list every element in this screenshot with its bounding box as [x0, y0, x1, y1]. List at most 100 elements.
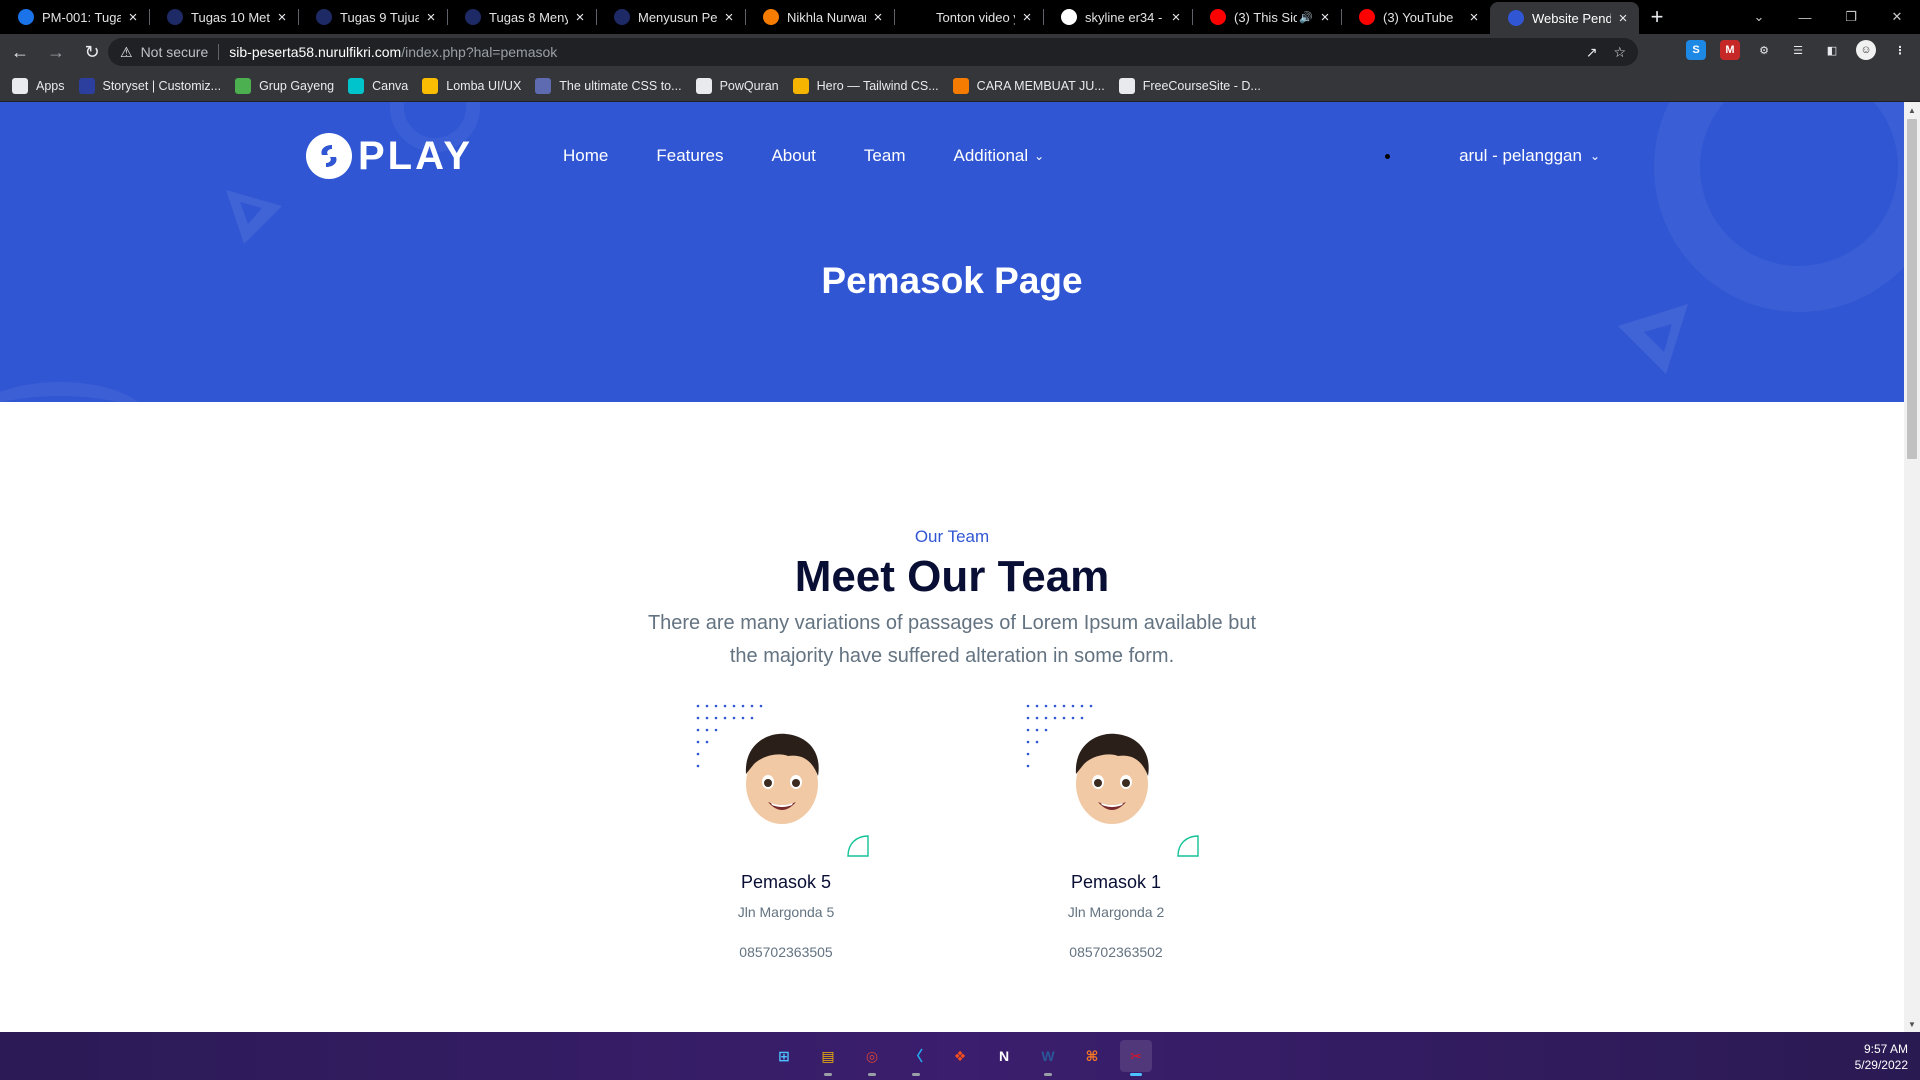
browser-tab[interactable]: PM-001: Tugas P× [0, 0, 149, 34]
nav-team[interactable]: Team [864, 146, 906, 166]
warning-icon[interactable]: ⚠ [120, 44, 133, 61]
scroll-down-arrow-icon[interactable]: ▼ [1904, 1016, 1920, 1032]
page-viewport: PLAY Home Features About Team Additional… [0, 102, 1904, 1032]
share-icon[interactable]: ↗ [1586, 44, 1598, 61]
close-tab-icon[interactable]: × [1615, 10, 1631, 27]
moodle-icon [316, 9, 332, 25]
bookmark-label: Apps [36, 78, 65, 93]
menu-kebab-icon[interactable]: ⋮ [1890, 40, 1910, 60]
youtube-icon [1210, 9, 1226, 25]
nav-about[interactable]: About [771, 146, 815, 166]
page-scrollbar[interactable]: ▲ ▼ [1904, 102, 1920, 1032]
file-explorer-icon[interactable]: ▤ [812, 1040, 844, 1076]
notion-icon[interactable]: N [988, 1040, 1020, 1072]
browser-tab[interactable]: Tugas 8 Menyusun× [447, 0, 596, 34]
browser-tab[interactable]: Tugas 10 Metode× [149, 0, 298, 34]
user-dropdown[interactable]: arul - pelanggan ⌄ [1459, 146, 1600, 166]
drive-icon [422, 77, 439, 94]
nav-features[interactable]: Features [656, 146, 723, 166]
scroll-thumb[interactable] [1907, 119, 1917, 459]
tab-title: PM-001: Tugas P [42, 9, 121, 25]
bookmark-item[interactable]: Canva [348, 77, 408, 94]
grup-icon [235, 77, 252, 94]
tab-search-icon[interactable]: ⌄ [1736, 0, 1782, 34]
omnibox-actions: ↗ ☆ [1586, 44, 1626, 61]
member-phone: 085702363505 [739, 944, 833, 960]
word-icon[interactable]: W [1032, 1040, 1064, 1076]
tab-title: Menyusun Peda [638, 9, 717, 25]
site-logo[interactable]: PLAY [306, 133, 473, 179]
close-tab-icon[interactable]: × [1466, 9, 1482, 26]
close-tab-icon[interactable]: × [125, 9, 141, 26]
new-tab-button[interactable]: + [1639, 0, 1675, 34]
chrome-icon[interactable]: ◎ [856, 1040, 888, 1076]
logo-wordmark: PLAY [358, 133, 474, 178]
close-tab-icon[interactable]: × [1317, 9, 1333, 26]
bookmark-star-icon[interactable]: ☆ [1613, 44, 1626, 61]
tab-title: Tugas 8 Menyusun [489, 9, 568, 25]
side-panel-icon[interactable]: ◧ [1822, 40, 1842, 60]
browser-tab[interactable]: (3) This Side🔊 × [1192, 0, 1341, 34]
bookmark-item[interactable]: Storyset | Customiz... [78, 77, 221, 94]
forward-button[interactable]: → [40, 38, 72, 66]
browser-tab[interactable]: Tugas 9 Tujuan× [298, 0, 447, 34]
close-window-button[interactable]: ✕ [1874, 0, 1920, 34]
browser-tab[interactable]: Nikhla Nurwanda× [745, 0, 894, 34]
address-bar[interactable]: ⚠ Not secure sib-peserta58.nurulfikri.co… [108, 38, 1638, 66]
extension-m-icon[interactable]: M [1720, 40, 1740, 60]
puzzle-icon[interactable]: ⚙ [1754, 40, 1774, 60]
minimize-button[interactable]: — [1782, 0, 1828, 34]
close-tab-icon[interactable]: × [721, 9, 737, 26]
list-bullet [1385, 154, 1390, 159]
close-tab-icon[interactable]: × [1019, 9, 1035, 26]
browser-tab[interactable]: skyline er34 - G× [1043, 0, 1192, 34]
browser-tab[interactable]: Menyusun Peda× [596, 0, 745, 34]
moodle-icon [167, 9, 183, 25]
bookmarks-bar: Apps Storyset | Customiz... Grup Gayeng Can… [0, 70, 1920, 102]
reload-button[interactable]: ↻ [76, 38, 108, 66]
restore-button[interactable]: ❐ [1828, 0, 1874, 34]
bookmark-item[interactable]: Hero — Tailwind CS... [792, 77, 939, 94]
tab-title: Tugas 9 Tujuan [340, 9, 419, 25]
security-label[interactable]: Not secure [141, 44, 209, 60]
speaker-icon[interactable]: 🔊 [1299, 11, 1313, 24]
windows-taskbar: ⊞ ▤ ◎ 〈 ❖ N W ⌘ ✂ 9:57 AM 5/29/2022 [0, 1032, 1920, 1080]
bookmark-item[interactable]: CARA MEMBUAT JU... [952, 77, 1105, 94]
profile-avatar-icon[interactable]: ☺ [1856, 40, 1876, 60]
xampp-icon[interactable]: ⌘ [1076, 1040, 1108, 1072]
close-tab-icon[interactable]: × [274, 9, 290, 26]
tab-title: Tugas 10 Metode [191, 9, 270, 25]
bookmark-item[interactable]: The ultimate CSS to... [535, 77, 682, 94]
vscode-icon[interactable]: 〈 [900, 1040, 932, 1076]
browser-tab[interactable]: Website Pendat× [1490, 2, 1639, 34]
close-tab-icon[interactable]: × [1168, 9, 1184, 26]
brand-icon [18, 9, 34, 25]
wordpress-icon [1118, 77, 1135, 94]
back-button[interactable]: ← [4, 38, 36, 66]
bookmark-item[interactable]: PowQuran [695, 77, 779, 94]
nav-home[interactable]: Home [563, 146, 608, 166]
reading-list-icon[interactable]: ☰ [1788, 40, 1808, 60]
bookmark-item[interactable]: Lomba UI/UX [422, 77, 522, 94]
extension-s-icon[interactable]: S [1686, 40, 1706, 60]
tab-title: Tonton video ya [936, 9, 1015, 25]
tab-title: Nikhla Nurwanda [787, 9, 866, 25]
bookmark-label: Lomba UI/UX [446, 78, 522, 93]
close-tab-icon[interactable]: × [572, 9, 588, 26]
bookmark-label: Hero — Tailwind CS... [816, 78, 939, 93]
bookmark-item[interactable]: FreeCourseSite - D... [1118, 77, 1261, 94]
browser-tab[interactable]: (3) YouTube × [1341, 0, 1490, 34]
figma-icon[interactable]: ❖ [944, 1040, 976, 1072]
snipping-tool-icon[interactable]: ✂ [1120, 1040, 1152, 1076]
browser-tab[interactable]: Tonton video ya× [894, 0, 1043, 34]
google-icon [1061, 9, 1077, 25]
nav-additional-label: Additional [953, 146, 1029, 165]
close-tab-icon[interactable]: × [870, 9, 886, 26]
nav-additional-dropdown[interactable]: Additional ⌄ [953, 146, 1044, 166]
close-tab-icon[interactable]: × [423, 9, 439, 26]
bookmark-item[interactable]: Apps [12, 77, 65, 94]
windows-start-icon[interactable]: ⊞ [768, 1040, 800, 1072]
bookmark-item[interactable]: Grup Gayeng [235, 77, 334, 94]
scroll-up-arrow-icon[interactable]: ▲ [1904, 102, 1920, 118]
system-clock[interactable]: 9:57 AM 5/29/2022 [1855, 1041, 1908, 1073]
